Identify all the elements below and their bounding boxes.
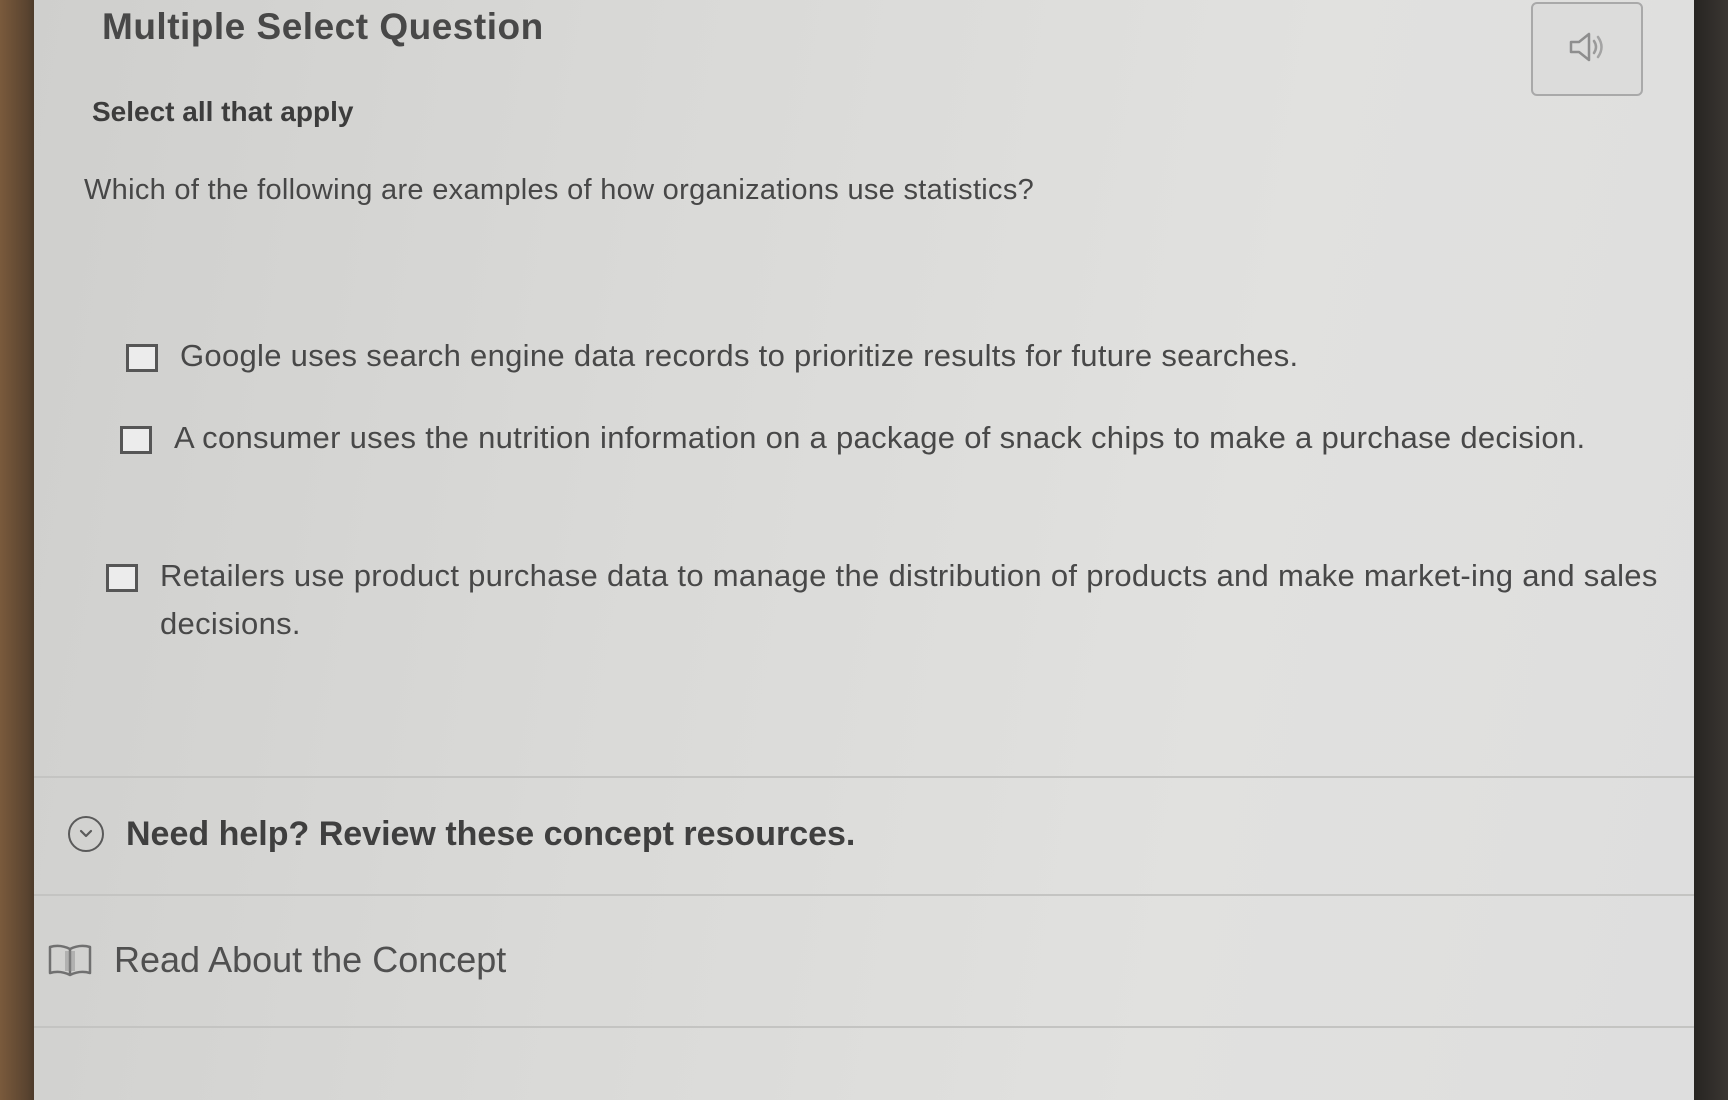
checkbox[interactable] <box>106 564 138 592</box>
section-divider <box>34 894 1694 896</box>
answer-option-1[interactable]: Google uses search engine data records t… <box>126 338 1526 380</box>
speaker-icon <box>1567 30 1607 69</box>
book-icon <box>46 941 94 979</box>
chevron-down-icon <box>68 816 104 852</box>
answer-option-label: Google uses search engine data records t… <box>180 338 1299 373</box>
resource-label: Read About the Concept <box>114 939 507 980</box>
read-about-concept-link[interactable]: Read About the Concept <box>46 900 1646 1020</box>
question-prompt: Which of the following are examples of h… <box>84 174 1035 206</box>
read-aloud-button[interactable] <box>1531 2 1643 96</box>
answer-option-label: A consumer uses the nutrition informatio… <box>174 420 1586 455</box>
section-divider <box>34 1026 1694 1028</box>
answer-option-2[interactable]: A consumer uses the nutrition informatio… <box>120 420 1640 462</box>
answer-option-label: Retailers use product purchase data to m… <box>160 558 1658 641</box>
checkbox[interactable] <box>120 426 152 454</box>
question-screen: Multiple Select Question Select all that… <box>34 0 1694 1100</box>
answer-option-3[interactable]: Retailers use product purchase data to m… <box>106 558 1696 648</box>
instruction-text: Select all that apply <box>92 96 354 127</box>
concept-resources-toggle[interactable]: Need help? Review these concept resource… <box>58 778 1658 890</box>
checkbox[interactable] <box>126 344 158 372</box>
help-label: Need help? Review these concept resource… <box>126 814 856 853</box>
question-type-title: Multiple Select Question <box>102 6 544 47</box>
